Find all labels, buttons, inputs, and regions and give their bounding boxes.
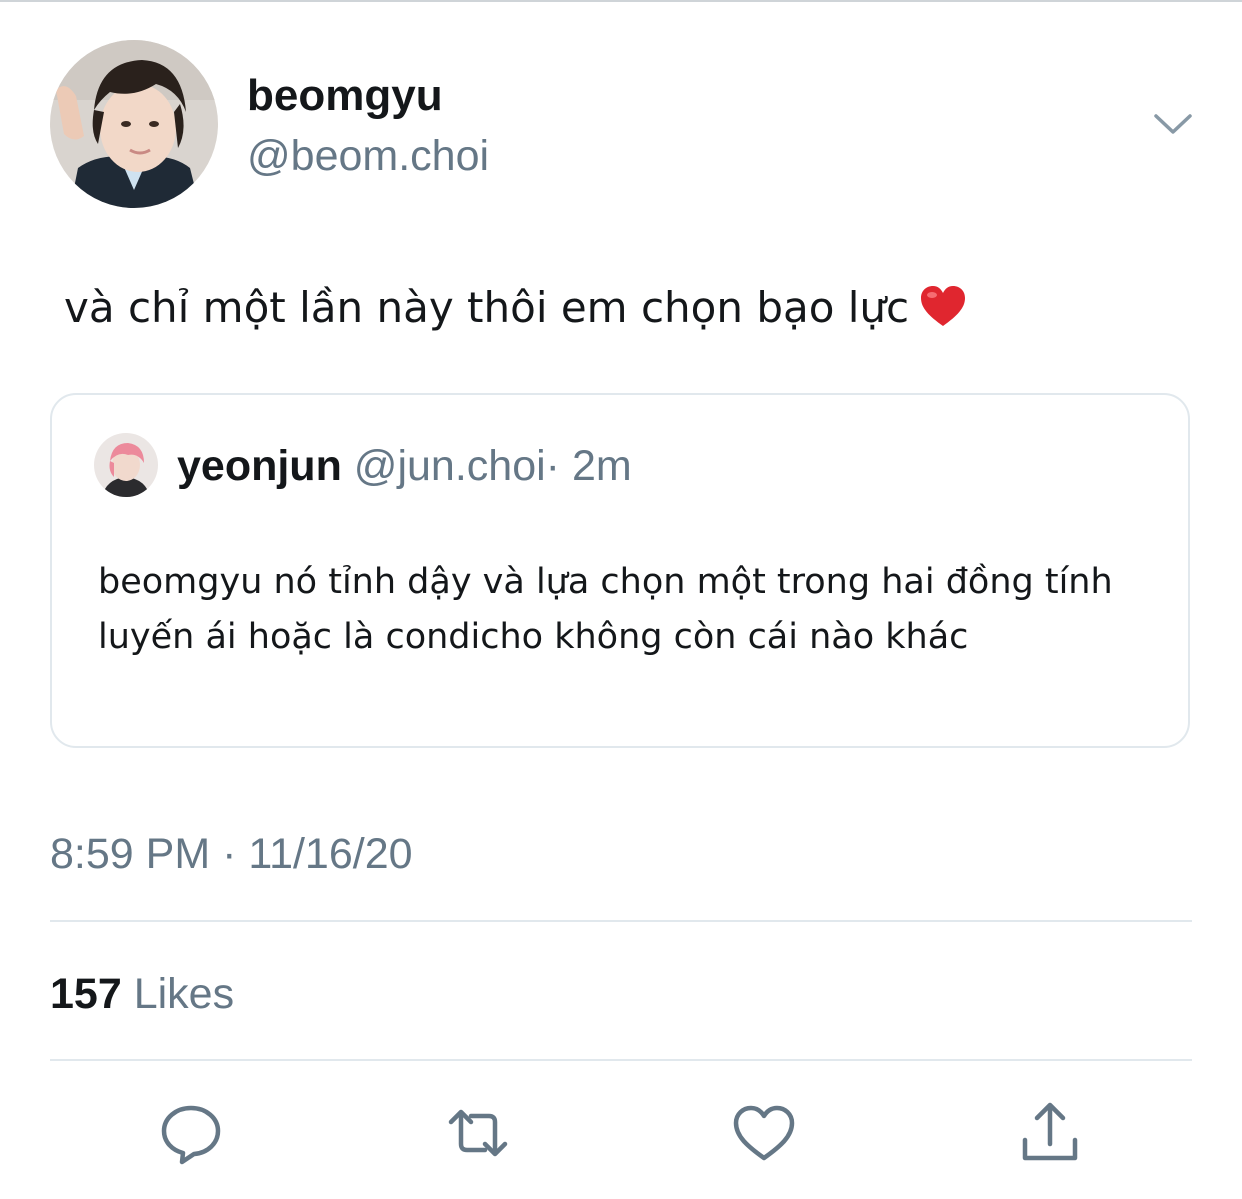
author-avatar[interactable] — [50, 40, 218, 208]
quoted-tweet-text: beomgyu nó tỉnh dậy và lựa chọn một tron… — [98, 562, 1113, 657]
chevron-down-icon[interactable] — [1150, 106, 1196, 142]
like-icon[interactable] — [729, 1098, 799, 1168]
red-heart-emoji — [919, 284, 967, 328]
quoted-tweet-header: yeonjun @jun.choi· 2m — [177, 439, 632, 493]
reply-icon[interactable] — [156, 1098, 226, 1168]
divider — [50, 1059, 1192, 1061]
tweet-text: và chỉ một lần này thôi em chọn bạo lực — [64, 278, 967, 338]
share-icon[interactable] — [1015, 1098, 1085, 1168]
retweet-icon[interactable] — [443, 1098, 513, 1168]
quoted-tweet-card[interactable]: yeonjun @jun.choi· 2m beomgyu nó tỉnh dậ… — [50, 393, 1190, 748]
tweet-timestamp[interactable]: 8:59 PM · 11/16/20 — [50, 826, 413, 882]
author-display-name[interactable]: beomgyu — [247, 68, 443, 124]
author-handle[interactable]: @beom.choi — [247, 128, 489, 184]
likes-label: Likes — [133, 970, 235, 1018]
divider — [50, 920, 1192, 922]
likes-count: 157 — [50, 970, 122, 1018]
quoted-author-avatar[interactable] — [94, 433, 158, 497]
top-border — [0, 0, 1242, 2]
tweet-text-content: và chỉ một lần này thôi em chọn bạo lực — [64, 283, 910, 332]
quoted-author-name[interactable]: yeonjun — [177, 442, 342, 490]
quoted-author-handle[interactable]: @jun.choi — [354, 442, 546, 490]
quoted-tweet-time: · 2m — [545, 442, 632, 490]
likes-stat[interactable]: 157 Likes — [50, 966, 234, 1022]
